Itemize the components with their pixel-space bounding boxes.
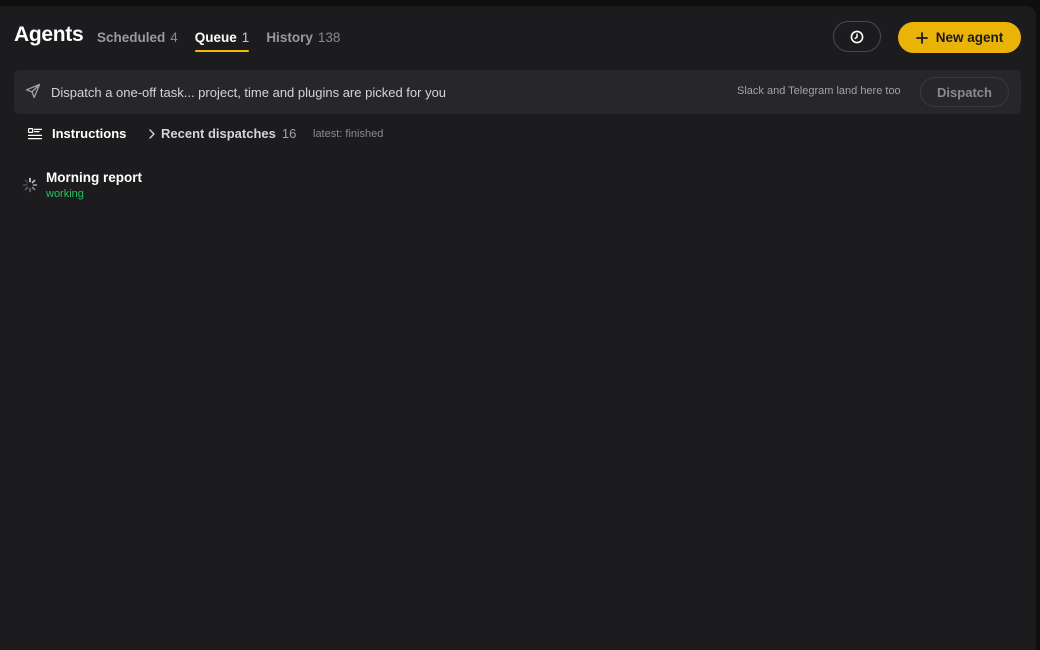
dispatch-bar: Slack and Telegram land here too Dispatc…	[14, 70, 1021, 114]
new-agent-label: New agent	[935, 30, 1004, 45]
queue-item-status: working	[46, 188, 84, 200]
queue-item[interactable]: Morning report working	[20, 168, 420, 204]
new-agent-button[interactable]: New agent	[898, 22, 1021, 53]
tab-queue-count: 1	[241, 30, 250, 45]
dispatch-button[interactable]: Dispatch	[920, 77, 1009, 107]
instructions-label: Instructions	[52, 126, 127, 141]
send-icon	[25, 83, 41, 99]
spinner-icon	[22, 177, 38, 193]
tab-bar: Scheduled 4 Queue 1 History 138	[97, 30, 357, 52]
tab-scheduled[interactable]: Scheduled 4	[97, 30, 178, 52]
tab-queue-label: Queue	[194, 30, 237, 45]
dispatch-input[interactable]	[51, 81, 651, 103]
clock-button[interactable]	[833, 21, 881, 52]
page-title: Agents	[14, 23, 84, 46]
chevron-right-icon	[149, 128, 155, 139]
tab-history-count: 138	[317, 30, 341, 45]
queue-item-name: Morning report	[46, 170, 142, 185]
tab-history-label: History	[266, 30, 313, 45]
tab-history[interactable]: History 138	[266, 30, 340, 52]
plus-icon	[915, 31, 928, 44]
instructions-toggle[interactable]: Instructions	[28, 126, 126, 141]
subbar: Instructions Recent dispatches 16 latest…	[0, 124, 1036, 144]
recent-dispatches-count: 16	[281, 126, 297, 141]
list-icon	[28, 127, 42, 139]
recent-dispatches-label: Recent dispatches	[161, 126, 276, 141]
agents-window: Agents Scheduled 4 Queue 1 History 138 N…	[0, 6, 1036, 650]
tab-scheduled-count: 4	[170, 30, 178, 45]
tab-scheduled-label: Scheduled	[97, 30, 166, 45]
clock-icon	[850, 30, 864, 43]
dispatch-hint: Slack and Telegram land here too	[737, 85, 901, 97]
recent-dispatches-toggle[interactable]: Recent dispatches 16	[148, 126, 296, 141]
header: Agents Scheduled 4 Queue 1 History 138 N…	[0, 6, 1036, 68]
tab-queue[interactable]: Queue 1	[194, 30, 250, 52]
latest-status: latest: finished	[313, 128, 384, 140]
